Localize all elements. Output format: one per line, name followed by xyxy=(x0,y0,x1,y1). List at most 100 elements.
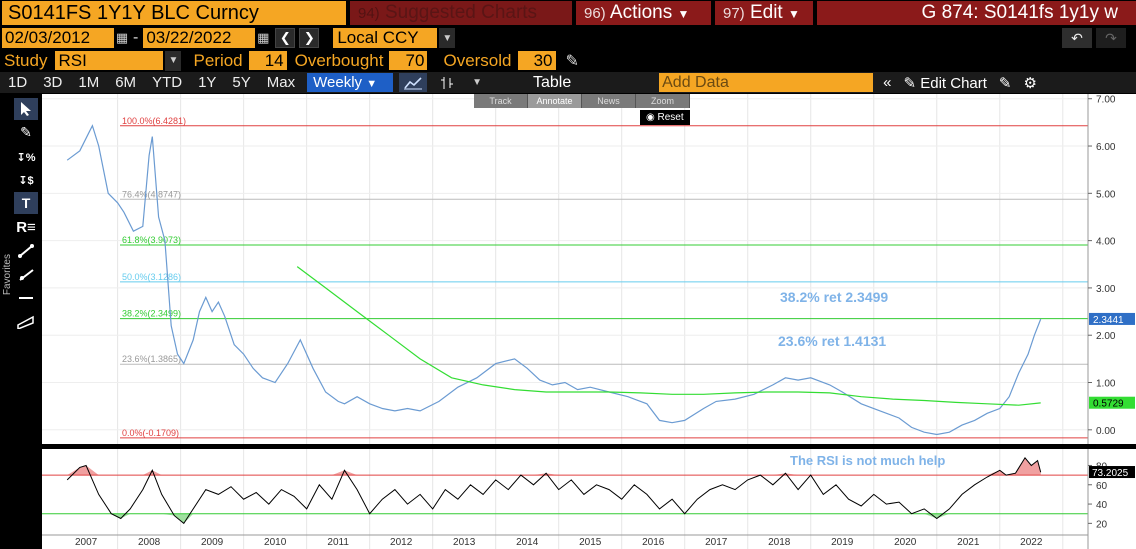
ray-icon[interactable] xyxy=(14,264,38,286)
fib-level-label: 38.2%(2.3499) xyxy=(122,309,181,319)
period-input[interactable]: 14 xyxy=(248,51,287,70)
fib-level-label: 100.0%(6.4281) xyxy=(122,116,186,126)
y-tick-label: 1.00 xyxy=(1096,379,1116,390)
study-dropdown-icon[interactable]: ▼ xyxy=(165,50,182,71)
channel-icon[interactable] xyxy=(14,310,38,332)
news-tool[interactable]: News xyxy=(582,94,636,108)
overbought-input[interactable]: 70 xyxy=(389,51,428,70)
suggested-charts-button[interactable]: 94) Suggested Charts xyxy=(350,1,572,25)
edit-button[interactable]: 97) Edit ▼ xyxy=(715,1,813,25)
price-chart-panel[interactable]: 100.0%(6.4281) 76.4%(4.8747) 61.8%(3.9073)… xyxy=(42,94,1136,444)
reset-label: Reset xyxy=(657,112,684,123)
redo-icon[interactable]: ↷ xyxy=(1096,28,1126,48)
annotation-23-6-ret[interactable]: 23.6% ret 1.4131 xyxy=(778,333,886,349)
range-3d[interactable]: 3D xyxy=(35,72,70,93)
x-tick-label: 2009 xyxy=(201,537,224,548)
chevron-down-icon[interactable]: ▼ xyxy=(467,73,487,92)
edit-chart-label: Edit Chart xyxy=(920,74,987,92)
trend-glyph xyxy=(18,244,34,258)
study-select[interactable]: RSI xyxy=(55,51,164,70)
horizontal-line-icon[interactable] xyxy=(14,287,38,309)
calendar-icon[interactable]: ▦ xyxy=(114,28,130,48)
chevron-down-icon: ▼ xyxy=(366,78,378,90)
undo-icon[interactable]: ↶ xyxy=(1062,28,1092,48)
currency-select[interactable]: Local CCY xyxy=(333,28,438,48)
moving-average-line xyxy=(296,266,1041,406)
pencil-icon[interactable]: ✎ xyxy=(566,51,579,71)
range-1y[interactable]: 1Y xyxy=(190,72,224,93)
currency-dropdown-icon[interactable]: ▼ xyxy=(439,28,456,48)
ohlc-bars-icon[interactable] xyxy=(433,73,461,92)
table-button[interactable]: Table xyxy=(507,74,597,92)
annotation-38-2-ret[interactable]: 38.2% ret 2.3499 xyxy=(780,289,888,305)
collapse-icon[interactable]: « xyxy=(883,74,891,91)
percent-line-icon[interactable]: ↧% xyxy=(14,146,38,168)
ray-glyph xyxy=(19,269,34,281)
range-max[interactable]: Max xyxy=(259,72,303,93)
range-1m[interactable]: 1M xyxy=(70,72,107,93)
add-data-input[interactable]: Add Data xyxy=(659,73,874,92)
x-tick-label: 2017 xyxy=(705,537,728,548)
actions-number: 96) xyxy=(584,5,606,22)
end-date-input[interactable]: 03/22/2022 xyxy=(143,28,256,48)
chevron-left-icon[interactable]: ❮ xyxy=(275,28,296,48)
pencil-icon: ✎ xyxy=(903,74,917,92)
drawing-toolbar: ✎ ↧% ↧$ T R≡ Favorites xyxy=(0,94,42,549)
rsi-chart[interactable]: The RSI is not much help 8060402073.2025… xyxy=(42,449,1136,549)
date-range-bar: 02/03/2012 ▦ - 03/22/2022 ▦ ❮ ❯ Local CC… xyxy=(0,27,1136,49)
line-chart-glyph xyxy=(404,76,423,89)
range-6m[interactable]: 6M xyxy=(107,72,144,93)
last-value-labels: 2.3441 0.5729 xyxy=(1089,312,1135,410)
rsi-last-label: 73.2025 xyxy=(1092,468,1129,479)
dollar-line-icon[interactable]: ↧$ xyxy=(14,169,38,191)
study-label: Study xyxy=(4,50,48,70)
x-tick-label: 2008 xyxy=(138,537,161,548)
fib-level-label: 23.6%(1.3865) xyxy=(122,354,181,364)
track-tool[interactable]: Track xyxy=(474,94,528,108)
regression-icon[interactable]: R≡ xyxy=(14,216,38,238)
pen-icon[interactable]: ✎ xyxy=(14,121,38,143)
x-tick-label: 2018 xyxy=(768,537,791,548)
annotate-tool[interactable]: Annotate xyxy=(528,94,582,108)
edit-chart-button[interactable]: ✎ Edit Chart xyxy=(903,74,986,92)
edit-layout-icon[interactable]: ✎ xyxy=(999,74,1012,92)
overbought-label: Overbought xyxy=(294,50,384,70)
calendar-icon[interactable]: ▦ xyxy=(255,28,271,48)
range-ytd[interactable]: YTD xyxy=(144,72,190,93)
actions-label: Actions xyxy=(609,2,673,23)
x-tick-label: 2022 xyxy=(1020,537,1043,548)
price-chart[interactable]: 100.0%(6.4281) 76.4%(4.8747) 61.8%(3.9073)… xyxy=(42,94,1136,444)
rsi-panel[interactable]: The RSI is not much help 8060402073.2025… xyxy=(42,449,1136,549)
reset-button[interactable]: ◉ Reset xyxy=(640,110,690,125)
pointer-glyph xyxy=(21,102,31,116)
fibonacci-levels: 100.0%(6.4281) 76.4%(4.8747) 61.8%(3.9073)… xyxy=(120,116,1088,439)
y-tick-label: 6.00 xyxy=(1096,142,1116,153)
moving-average-label: 0.5729 xyxy=(1093,399,1124,410)
rsi-annotation[interactable]: The RSI is not much help xyxy=(790,453,945,468)
fib-level-label: 61.8%(3.9073) xyxy=(122,235,181,245)
frequency-select[interactable]: Weekly ▼ xyxy=(307,73,394,92)
x-tick-label: 2019 xyxy=(831,537,854,548)
x-tick-label: 2016 xyxy=(642,537,665,548)
suggested-number: 94) xyxy=(358,5,380,22)
oversold-label: Oversold xyxy=(443,50,512,70)
pointer-icon[interactable] xyxy=(14,98,38,120)
oversold-input[interactable]: 30 xyxy=(517,51,556,70)
x-tick-label: 2011 xyxy=(327,537,349,548)
gear-icon[interactable]: ⚙ xyxy=(1024,74,1037,92)
trend-line-icon[interactable] xyxy=(14,240,38,262)
range-1d[interactable]: 1D xyxy=(0,72,35,93)
chevron-down-icon: ▼ xyxy=(677,7,690,21)
start-date-input[interactable]: 02/03/2012 xyxy=(2,28,114,48)
actions-button[interactable]: 96) Actions ▼ xyxy=(576,1,711,25)
fib-level-label: 76.4%(4.8747) xyxy=(122,189,181,199)
horizontal-grid xyxy=(42,98,1088,431)
chevron-right-icon[interactable]: ❯ xyxy=(299,28,320,48)
reset-icon: ◉ xyxy=(646,112,655,123)
range-5y[interactable]: 5Y xyxy=(224,72,258,93)
line-chart-icon[interactable] xyxy=(399,73,428,92)
channel-glyph xyxy=(17,315,34,329)
zoom-tool[interactable]: Zoom xyxy=(636,94,690,108)
text-icon[interactable]: T xyxy=(14,192,38,214)
ticker-field[interactable]: S0141FS 1Y1Y BLC Curncy xyxy=(2,1,346,25)
